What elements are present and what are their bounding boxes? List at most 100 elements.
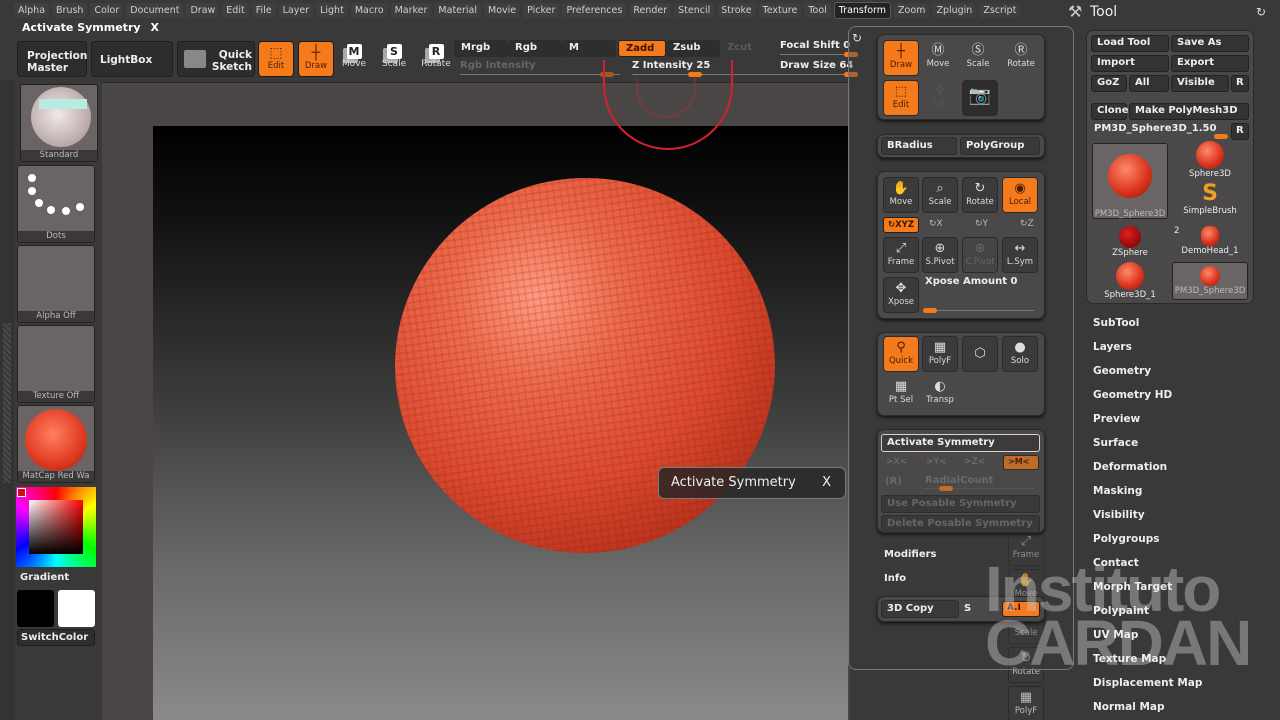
visible-button[interactable]: Visible [1171,75,1229,92]
rotate-z-button[interactable]: ↻Z [1020,219,1034,229]
projection-master-button[interactable]: Projection Master [17,41,87,77]
stroke-selector[interactable]: Dots [17,165,95,243]
local-symmetry-button[interactable]: ◉ Local [1002,177,1038,213]
tool-slider-thumb[interactable] [1214,134,1228,139]
left-tray-handle[interactable] [0,80,14,720]
tp-scale2-button[interactable]: ⌕ Scale [922,177,958,213]
title-close-button[interactable]: X [151,21,159,34]
bradius-button[interactable]: BRadius [881,137,957,155]
tp-move-button[interactable]: Ⓜ Move [920,40,956,76]
tp-scale-button[interactable]: Ⓢ Scale [960,40,996,76]
menu-preferences[interactable]: Preferences [562,2,627,18]
subpalette-displacement-map[interactable]: Displacement Map [1093,677,1202,689]
menu-layer[interactable]: Layer [278,2,314,18]
menu-marker[interactable]: Marker [390,2,432,18]
tp-move2-button[interactable]: ✋ Move [883,177,919,213]
color-picker[interactable] [16,487,96,567]
xpose-button[interactable]: ✥ Xpose [883,277,919,313]
tool-thumb-zsphere[interactable]: ZSphere [1092,226,1168,258]
tool-thumb-pm3d-sphere-2[interactable]: PM3D_Sphere3D [1172,262,1248,300]
zadd-button[interactable]: Zadd [618,40,666,57]
polyf-button[interactable]: ▦ PolyF [922,336,958,372]
copy3d-button[interactable]: 3D Copy [881,600,959,618]
menu-zoom[interactable]: Zoom [894,2,930,18]
menu-macro[interactable]: Macro [350,2,388,18]
goz-r-button[interactable]: R [1231,75,1249,92]
menu-document[interactable]: Document [126,2,184,18]
save-as-button[interactable]: Save As [1171,35,1249,52]
quick-button[interactable]: ⚲ Quick [883,336,919,372]
polygroup-button[interactable]: PolyGroup [960,137,1040,155]
make-polymesh3d-button[interactable]: Make PolyMesh3D [1129,103,1249,120]
tool-thumb-sphere3d[interactable]: Sphere3D [1172,141,1248,179]
menu-stroke[interactable]: Stroke [717,2,756,18]
brush-selector[interactable]: Standard [20,84,98,162]
rotate-y-button[interactable]: ↻Y [975,219,988,229]
radial-count-thumb[interactable] [939,486,953,491]
lsym-button[interactable]: ↔ L.Sym [1002,237,1038,273]
transp-button[interactable]: ◐ Transp [922,376,958,412]
menu-color[interactable]: Color [90,2,124,18]
load-tool-button[interactable]: Load Tool [1091,35,1169,52]
tool-r-button[interactable]: R [1231,123,1249,140]
menu-file[interactable]: File [251,2,276,18]
subpalette-geometry-hd[interactable]: Geometry HD [1093,389,1172,401]
all-button[interactable]: All [1129,75,1169,92]
subpalette-preview[interactable]: Preview [1093,413,1140,425]
subpalette-contact[interactable]: Contact [1093,557,1139,569]
color-saturation-square[interactable] [29,500,83,554]
activate-symmetry-button[interactable]: Activate Symmetry [881,434,1040,452]
rotate-x-button[interactable]: ↻X [929,219,943,229]
current-tool-name[interactable]: PM3D_Sphere3D_1.50 [1094,123,1216,134]
sym-m-button[interactable]: >M< [1003,455,1039,470]
goz-button[interactable]: GoZ [1091,75,1127,92]
sym-z-button[interactable]: >Z< [964,457,985,467]
texture-selector[interactable]: Texture Off [17,325,95,403]
export-button[interactable]: Export [1171,55,1249,72]
spivot-button[interactable]: ⊕ S.Pivot [922,237,958,273]
menu-draw[interactable]: Draw [186,2,220,18]
subpalette-morph-target[interactable]: Morph Target [1093,581,1172,593]
delete-posable-symmetry-button[interactable]: Delete Posable Symmetry [881,515,1040,533]
scale-mode-button[interactable]: S Scale [374,41,414,77]
lightbox-button[interactable]: LightBox [91,41,173,77]
strip-polyf-button[interactable]: ▦ PolyF [1008,686,1044,720]
gradient-toggle[interactable]: Gradient [20,572,69,583]
snapshot-button[interactable]: 📷 [962,80,998,116]
subpalette-geometry[interactable]: Geometry [1093,365,1151,377]
radial-button[interactable]: (R) [885,476,902,487]
tool-thumb-demohead[interactable]: DemoHead_1 [1172,226,1248,256]
rgb-button[interactable]: Rgb [508,40,562,57]
tp-rotate-button[interactable]: Ⓡ Rotate [1003,40,1039,76]
subpalette-texture-map[interactable]: Texture Map [1093,653,1166,665]
menu-render[interactable]: Render [629,2,672,18]
tp-edit-dim-button[interactable]: ✢ Edit [922,80,958,116]
menu-light[interactable]: Light [316,2,348,18]
subpalette-layers[interactable]: Layers [1093,341,1132,353]
menu-material[interactable]: Material [434,2,482,18]
menu-brush[interactable]: Brush [52,2,88,18]
subpalette-polygroups[interactable]: Polygroups [1093,533,1160,545]
use-posable-symmetry-button[interactable]: Use Posable Symmetry [881,495,1040,513]
tool-reset-icon[interactable]: ↻ [1256,5,1266,19]
tool-thumb-pm3d-sphere[interactable]: PM3D_Sphere3D [1092,143,1168,219]
rgb-intensity-slider[interactable] [460,74,620,75]
rotate-mode-button[interactable]: R Rotate [416,41,456,77]
menu-transform[interactable]: Transform [833,1,892,19]
tool-thumb-sphere3d-1[interactable]: Sphere3D_1 [1092,262,1168,300]
primary-color-swatch[interactable] [17,590,54,627]
menu-texture[interactable]: Texture [758,2,802,18]
panel-reset-icon[interactable]: ↻ [852,31,862,45]
menu-alpha[interactable]: Alpha [14,2,50,18]
cpivot-button[interactable]: ⊕ C.Pivot [962,237,998,273]
menu-tool[interactable]: Tool [804,2,831,18]
ptsel-button[interactable]: ▦ Pt Sel [883,376,919,412]
edit-mode-button[interactable]: ⬚ Edit [258,41,294,77]
secondary-color-swatch[interactable] [58,590,95,627]
popup-close-button[interactable]: X [822,475,831,490]
solo-button[interactable]: ● Solo [1002,336,1038,372]
tool-palette-header[interactable]: ⚒ Tool ↻ [1062,0,1280,28]
menu-picker[interactable]: Picker [523,2,560,18]
tool-thumb-simplebrush[interactable]: S SimpleBrush [1172,182,1248,217]
tray-grip[interactable] [3,323,11,483]
